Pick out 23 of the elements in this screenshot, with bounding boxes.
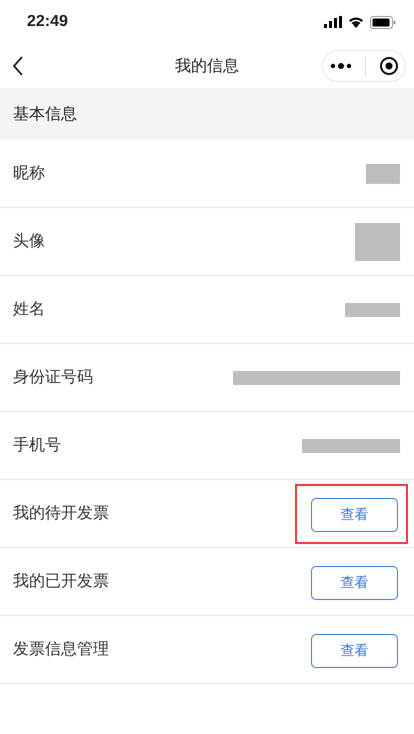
row-label: 我的已开发票 — [13, 571, 109, 592]
row-label: 手机号 — [13, 435, 61, 456]
row-label: 昵称 — [13, 163, 45, 184]
view-button[interactable]: 查看 — [311, 566, 398, 600]
signal-icon — [324, 16, 342, 28]
wifi-icon — [348, 16, 364, 28]
close-target-icon[interactable] — [378, 56, 398, 76]
redaction-block — [345, 302, 400, 316]
view-button[interactable]: 查看 — [311, 498, 398, 532]
row-label: 我的待开发票 — [13, 503, 109, 524]
back-icon[interactable] — [12, 56, 24, 76]
row-label: 发票信息管理 — [13, 639, 109, 660]
page-title: 我的信息 — [175, 56, 239, 76]
redaction-block — [355, 222, 400, 260]
more-icon[interactable] — [330, 62, 352, 70]
section-title: 基本信息 — [13, 104, 77, 124]
redaction-block — [366, 164, 400, 184]
view-button[interactable]: 查看 — [311, 634, 398, 668]
row-label: 头像 — [13, 231, 45, 252]
row-label: 姓名 — [13, 299, 45, 320]
row-label: 身份证号码 — [13, 367, 93, 388]
status-time: 22:49 — [27, 13, 68, 31]
battery-icon — [370, 16, 396, 28]
